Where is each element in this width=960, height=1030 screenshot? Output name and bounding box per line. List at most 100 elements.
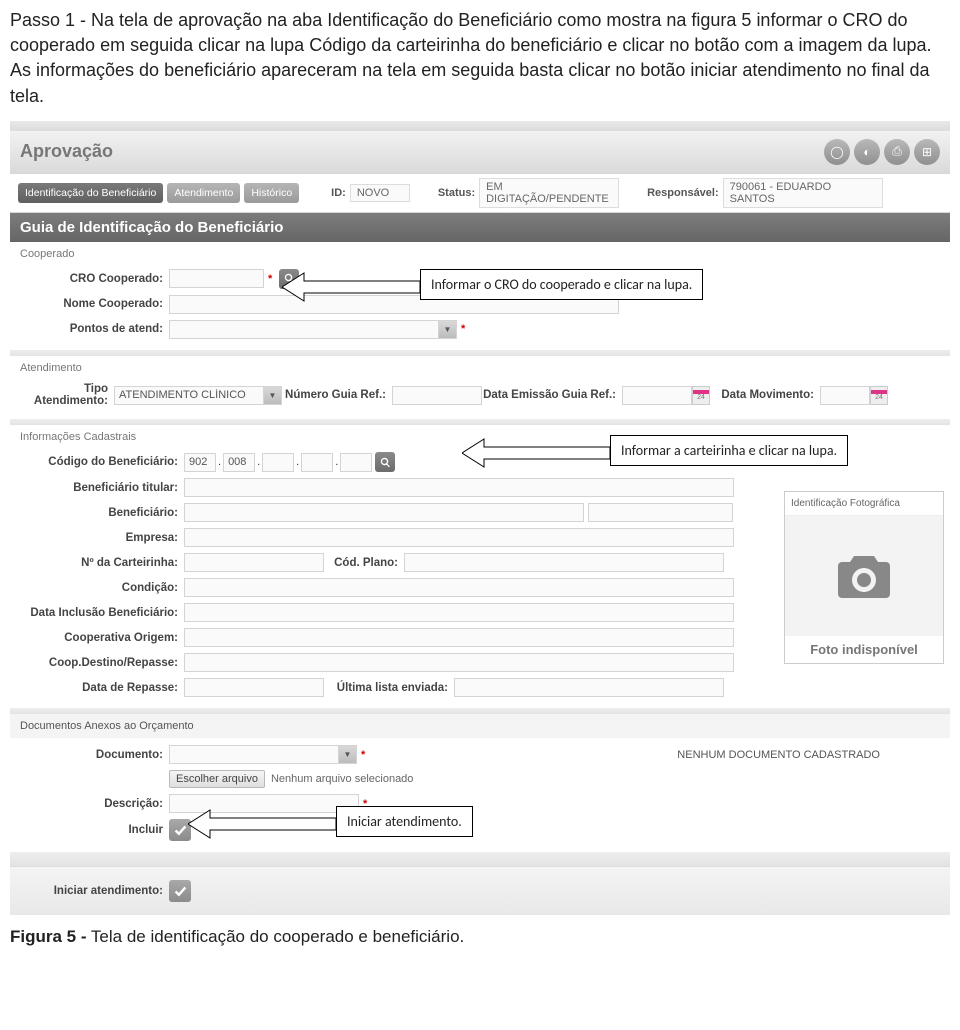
codigo-p5[interactable] xyxy=(340,453,372,472)
empresa-label: Empresa: xyxy=(24,532,184,544)
app-header: Aprovação ◯ ◐ ⎙ ⊞ xyxy=(10,131,950,173)
nodoc-text: NENHUM DOCUMENTO CADASTRADO xyxy=(677,749,880,761)
callout-arrow-3 xyxy=(188,806,338,842)
iniciar-label: Iniciar atendimento: xyxy=(24,885,169,897)
callout-arrow-2 xyxy=(462,435,612,471)
check-icon xyxy=(174,885,187,898)
photo-caption: Foto indisponível xyxy=(785,636,943,663)
tab-row: Identificação do Beneficiário Atendiment… xyxy=(10,173,950,213)
tipo-atend-label: Tipo Atendimento: xyxy=(24,383,114,408)
codplano-input[interactable] xyxy=(404,553,724,572)
callout-2: Informar a carteirinha e clicar na lupa. xyxy=(610,435,848,466)
condicao-input[interactable] xyxy=(184,578,734,597)
calendar-icon[interactable]: 24 xyxy=(870,386,888,405)
cooporig-label: Cooperativa Origem: xyxy=(24,632,184,644)
codigo-p3[interactable] xyxy=(262,453,294,472)
iniciar-atendimento-button[interactable] xyxy=(169,880,191,902)
tab-historico[interactable]: Histórico xyxy=(244,183,299,203)
responsavel-value: 790061 - EDUARDO SANTOS xyxy=(723,178,883,208)
chevron-down-icon: ▼ xyxy=(439,320,457,339)
pontos-atend-dropdown[interactable]: ▼ xyxy=(169,320,457,339)
id-label: ID: xyxy=(331,187,346,199)
nome-cooperado-label: Nome Cooperado: xyxy=(24,298,169,310)
no-file-text: Nenhum arquivo selecionado xyxy=(271,773,413,785)
condicao-label: Condição: xyxy=(24,582,184,594)
status-label: Status: xyxy=(438,187,475,199)
tab-atendimento[interactable]: Atendimento xyxy=(167,183,240,203)
check-icon xyxy=(174,824,187,837)
infocad-panel: Identificação Fotográfica Foto indisponí… xyxy=(10,445,950,708)
required-star: * xyxy=(357,749,369,761)
inclusao-input[interactable] xyxy=(184,603,734,622)
section-title: Guia de Identificação do Beneficiário xyxy=(10,213,950,242)
carteirinha-input[interactable] xyxy=(184,553,324,572)
calendar-icon[interactable]: 24 xyxy=(692,386,710,405)
instruction-paragraph: Passo 1 - Na tela de aprovação na aba Id… xyxy=(0,0,960,113)
coopdest-label: Coop.Destino/Repasse: xyxy=(24,657,184,669)
callout-1: Informar o CRO do cooperado e clicar na … xyxy=(420,269,703,300)
beneficiario-input[interactable] xyxy=(184,503,584,522)
callout-3: Iniciar atendimento. xyxy=(336,806,473,837)
pontos-atend-label: Pontos de atend: xyxy=(24,323,169,335)
cooperado-legend: Cooperado xyxy=(10,242,950,262)
incluir-label: Incluir xyxy=(24,824,169,836)
figure-caption-text: Figura 5 - Tela de identificação do coop… xyxy=(10,927,464,946)
codigo-lupa-button[interactable] xyxy=(375,452,395,472)
codigo-p1[interactable] xyxy=(184,453,216,472)
datarepasse-input[interactable] xyxy=(184,678,324,697)
figure-caption: Figura 5 - Tela de identificação do coop… xyxy=(0,921,960,957)
codigo-p2[interactable] xyxy=(223,453,255,472)
status-value: EM DIGITAÇÃO/PENDENTE xyxy=(479,178,619,208)
inclusao-label: Data Inclusão Beneficiário: xyxy=(24,607,184,619)
documento-label: Documento: xyxy=(24,749,169,761)
pontos-atend-input[interactable] xyxy=(169,320,439,339)
titular-input[interactable] xyxy=(184,478,734,497)
header-action-buttons: ◯ ◐ ⎙ ⊞ xyxy=(824,139,940,165)
tab-identificacao[interactable]: Identificação do Beneficiário xyxy=(18,183,163,203)
photo-head: Identificação Fotográfica xyxy=(785,492,943,516)
atendimento-legend: Atendimento xyxy=(10,356,950,376)
required-star: * xyxy=(457,323,469,335)
callout-arrow-1 xyxy=(282,269,422,305)
cro-input[interactable] xyxy=(169,269,264,288)
empresa-input[interactable] xyxy=(184,528,734,547)
required-star: * xyxy=(264,273,276,285)
docs-panel: Documento: ▼ * NENHUM DOCUMENTO CADASTRA… xyxy=(10,738,950,852)
header-btn-1[interactable]: ◯ xyxy=(824,139,850,165)
choose-file-button[interactable]: Escolher arquivo xyxy=(169,770,265,788)
descricao-label: Descrição: xyxy=(24,798,169,810)
photo-id-box: Identificação Fotográfica Foto indisponí… xyxy=(784,491,944,664)
coopdest-input[interactable] xyxy=(184,653,734,672)
datamov-input[interactable] xyxy=(820,386,870,405)
camera-icon xyxy=(832,550,896,602)
ultima-label: Última lista enviada: xyxy=(324,682,454,694)
dataemissao-input[interactable] xyxy=(622,386,692,405)
titular-label: Beneficiário titular: xyxy=(24,482,184,494)
tipo-atend-input xyxy=(114,386,264,405)
magnifier-icon xyxy=(380,457,391,468)
header-btn-4[interactable]: ⊞ xyxy=(914,139,940,165)
footer-panel: Iniciar atendimento: xyxy=(10,866,950,915)
atendimento-panel: Tipo Atendimento: ▼ Número Guia Ref.: Da… xyxy=(10,376,950,419)
beneficiario-extra-input[interactable] xyxy=(588,503,733,522)
numguia-input[interactable] xyxy=(392,386,482,405)
docs-legend: Documentos Anexos ao Orçamento xyxy=(10,714,950,738)
codigo-p4[interactable] xyxy=(301,453,333,472)
tipo-atend-dropdown[interactable]: ▼ xyxy=(114,386,282,405)
numguia-label: Número Guia Ref.: xyxy=(282,389,392,401)
datarepasse-label: Data de Repasse: xyxy=(24,682,184,694)
header-btn-3[interactable]: ⎙ xyxy=(884,139,910,165)
header-btn-2[interactable]: ◐ xyxy=(854,139,880,165)
dataemissao-label: Data Emissão Guia Ref.: xyxy=(482,389,622,401)
app-screenshot: Aprovação ◯ ◐ ⎙ ⊞ Identificação do Benef… xyxy=(10,121,950,915)
chevron-down-icon: ▼ xyxy=(264,386,282,405)
codplano-label: Cód. Plano: xyxy=(324,557,404,569)
beneficiario-label: Beneficiário: xyxy=(24,507,184,519)
carteirinha-label: Nº da Carteirinha: xyxy=(24,557,184,569)
cro-label: CRO Cooperado: xyxy=(24,273,169,285)
cooporig-input[interactable] xyxy=(184,628,734,647)
responsavel-label: Responsável: xyxy=(647,187,719,199)
documento-select[interactable]: ▼ xyxy=(169,745,357,764)
chevron-down-icon: ▼ xyxy=(339,745,357,764)
ultima-input[interactable] xyxy=(454,678,724,697)
